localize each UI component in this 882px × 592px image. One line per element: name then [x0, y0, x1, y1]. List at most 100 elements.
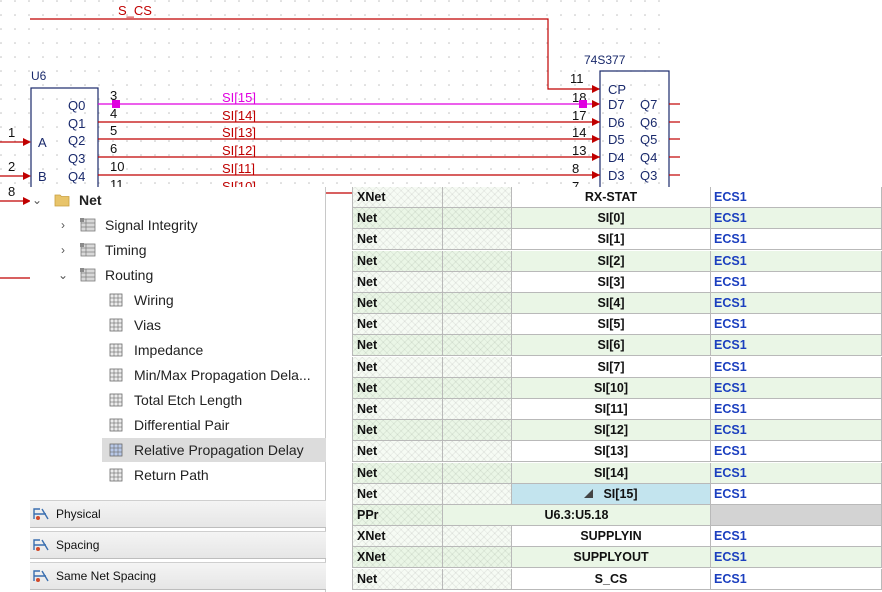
- cset-cell[interactable]: ECS1: [711, 208, 882, 230]
- table-row[interactable]: Net SI[5] ECS1: [352, 314, 882, 336]
- cset-cell[interactable]: ECS1: [711, 568, 882, 590]
- tree-root-net[interactable]: ⌄ Net: [30, 188, 326, 212]
- tree-item[interactable]: › Signal Integrity: [56, 213, 326, 237]
- tree-worksheet-item[interactable]: Return Path: [102, 463, 326, 487]
- net-name-cell[interactable]: SI[3]: [512, 271, 711, 293]
- tree-worksheet-item[interactable]: Vias: [102, 313, 326, 337]
- pin-pair-cell[interactable]: U6.3:U5.18: [443, 505, 711, 526]
- table-row[interactable]: Net SI[14] ECS1: [352, 462, 882, 484]
- cset-cell[interactable]: ECS1: [711, 483, 882, 505]
- net-name-cell[interactable]: SI[11]: [512, 399, 711, 420]
- tree-worksheet-item[interactable]: Total Etch Length: [102, 388, 326, 412]
- section-button-physical[interactable]: Physical: [30, 500, 326, 528]
- net-name-cell[interactable]: SUPPLYOUT: [512, 547, 711, 569]
- collapse-triangle-icon[interactable]: [584, 489, 594, 499]
- table-row[interactable]: Net SI[2] ECS1: [352, 250, 882, 272]
- cset-cell[interactable]: ECS1: [711, 356, 882, 378]
- cset-cell[interactable]: ECS1: [711, 250, 882, 272]
- net-name-cell[interactable]: RX-STAT: [512, 187, 711, 208]
- net-name-cell[interactable]: SI[15]: [512, 483, 711, 505]
- table-row[interactable]: Net SI[4] ECS1: [352, 293, 882, 314]
- tree-item[interactable]: ⌄ Routing: [56, 263, 326, 287]
- cset-cell[interactable]: ECS1: [711, 462, 882, 484]
- object-type-cell[interactable]: Net: [352, 293, 443, 314]
- table-row[interactable]: Net SI[7] ECS1: [352, 356, 882, 378]
- tree-worksheet-item[interactable]: Min/Max Propagation Dela...: [102, 363, 326, 387]
- cset-cell[interactable]: ECS1: [711, 229, 882, 251]
- cset-cell[interactable]: ECS1: [711, 377, 882, 399]
- cset-cell[interactable]: ECS1: [711, 187, 882, 208]
- section-button-spacing[interactable]: Spacing: [30, 531, 326, 559]
- cset-cell[interactable]: ECS1: [711, 441, 882, 463]
- chevron-right-icon[interactable]: ›: [56, 218, 70, 232]
- net-name-cell[interactable]: SI[5]: [512, 314, 711, 336]
- net-name-cell[interactable]: SI[10]: [512, 377, 711, 399]
- table-row[interactable]: XNet RX-STAT ECS1: [352, 187, 882, 208]
- object-type-cell[interactable]: XNet: [352, 187, 443, 208]
- net-name-cell[interactable]: SI[13]: [512, 441, 711, 463]
- object-type-cell[interactable]: Net: [352, 568, 443, 590]
- table-row[interactable]: Net SI[11] ECS1: [352, 399, 882, 420]
- cset-cell[interactable]: ECS1: [711, 293, 882, 314]
- net-name-cell[interactable]: SI[2]: [512, 250, 711, 272]
- object-type-cell[interactable]: XNet: [352, 547, 443, 569]
- cset-cell[interactable]: ECS1: [711, 335, 882, 357]
- net-name-cell[interactable]: SI[12]: [512, 420, 711, 442]
- net-name-cell[interactable]: SUPPLYIN: [512, 526, 711, 548]
- net-name-cell[interactable]: S_CS: [512, 568, 711, 590]
- tree-worksheet-item[interactable]: Impedance: [102, 338, 326, 362]
- tree-worksheet-item[interactable]: Differential Pair: [102, 413, 326, 437]
- table-row[interactable]: XNet SUPPLYIN ECS1: [352, 526, 882, 548]
- ic-q-label: Q7: [640, 97, 657, 112]
- object-type-cell[interactable]: XNet: [352, 526, 443, 548]
- object-type-cell[interactable]: Net: [352, 441, 443, 463]
- cset-cell[interactable]: ECS1: [711, 271, 882, 293]
- object-type-cell[interactable]: Net: [352, 420, 443, 442]
- net-name-cell[interactable]: SI[14]: [512, 462, 711, 484]
- net-name-cell[interactable]: SI[7]: [512, 356, 711, 378]
- table-row[interactable]: Net SI[1] ECS1: [352, 229, 882, 251]
- table-row[interactable]: Net SI[10] ECS1: [352, 377, 882, 399]
- table-row[interactable]: PPr U6.3:U5.18: [352, 505, 882, 526]
- table-row[interactable]: XNet SUPPLYOUT ECS1: [352, 547, 882, 569]
- table-row[interactable]: Net SI[3] ECS1: [352, 271, 882, 293]
- object-type-cell[interactable]: Net: [352, 314, 443, 336]
- cset-cell[interactable]: ECS1: [711, 547, 882, 569]
- table-row[interactable]: Net SI[15] ECS1: [352, 483, 882, 505]
- table-row[interactable]: Net SI[6] ECS1: [352, 335, 882, 357]
- cset-cell[interactable]: ECS1: [711, 399, 882, 420]
- spacing-icon: [33, 539, 49, 551]
- object-type-cell[interactable]: Net: [352, 271, 443, 293]
- tree-worksheet-item[interactable]: Relative Propagation Delay: [102, 438, 326, 462]
- table-row[interactable]: Net SI[12] ECS1: [352, 420, 882, 442]
- object-type-cell[interactable]: Net: [352, 229, 443, 251]
- chevron-right-icon[interactable]: ›: [56, 243, 70, 257]
- section-button-same-net-spacing[interactable]: Same Net Spacing: [30, 562, 326, 590]
- tree-worksheet-item[interactable]: Wiring: [102, 288, 326, 312]
- table-row[interactable]: Net SI[13] ECS1: [352, 441, 882, 463]
- object-type-cell[interactable]: Net: [352, 462, 443, 484]
- object-type-cell[interactable]: Net: [352, 356, 443, 378]
- chevron-down-icon[interactable]: ⌄: [30, 193, 44, 207]
- object-type-cell[interactable]: Net: [352, 208, 443, 230]
- object-type-cell[interactable]: Net: [352, 483, 443, 505]
- blank-cell: [443, 399, 512, 420]
- net-name-cell[interactable]: SI[6]: [512, 335, 711, 357]
- object-type-cell[interactable]: PPr: [352, 505, 443, 526]
- net-name-cell[interactable]: SI[1]: [512, 229, 711, 251]
- table-row[interactable]: Net S_CS ECS1: [352, 568, 882, 590]
- cset-cell[interactable]: [711, 505, 882, 526]
- cset-cell[interactable]: ECS1: [711, 314, 882, 336]
- net-name-cell[interactable]: SI[4]: [512, 293, 711, 314]
- chevron-down-icon[interactable]: ⌄: [56, 268, 70, 282]
- cset-cell[interactable]: ECS1: [711, 420, 882, 442]
- object-type-cell[interactable]: Net: [352, 250, 443, 272]
- cset-cell[interactable]: ECS1: [711, 526, 882, 548]
- net-name-cell[interactable]: SI[0]: [512, 208, 711, 230]
- tree-item[interactable]: › Timing: [56, 238, 326, 262]
- folder-icon: [54, 194, 70, 207]
- table-row[interactable]: Net SI[0] ECS1: [352, 208, 882, 230]
- object-type-cell[interactable]: Net: [352, 399, 443, 420]
- object-type-cell[interactable]: Net: [352, 335, 443, 357]
- object-type-cell[interactable]: Net: [352, 377, 443, 399]
